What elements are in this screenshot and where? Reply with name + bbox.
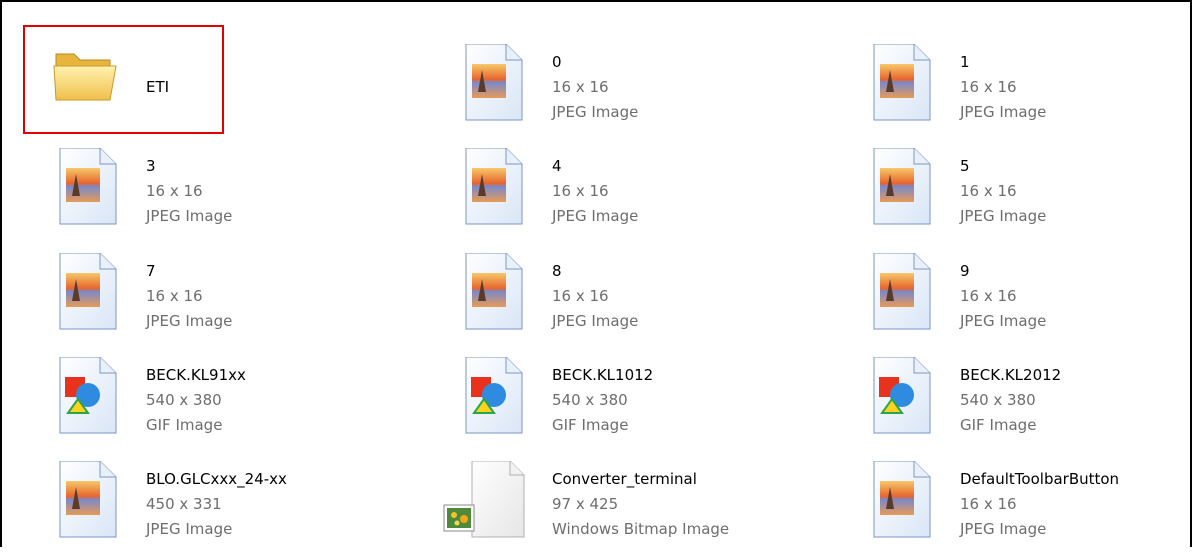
item-name: BECK.KL1012: [552, 366, 654, 384]
jpeg-file-icon: [52, 461, 120, 541]
jpeg-file-icon: [866, 253, 934, 333]
item-dimensions: 16 x 16: [960, 495, 1017, 513]
item-dimensions: 16 x 16: [146, 287, 203, 305]
item-type: JPEG Image: [552, 207, 639, 225]
item-dimensions: 16 x 16: [552, 182, 609, 200]
item-dimensions: 16 x 16: [960, 287, 1017, 305]
item-name: 4: [552, 157, 562, 175]
jpeg-file-icon: [866, 44, 934, 124]
selection-highlight: [23, 25, 224, 134]
item-type: JPEG Image: [146, 207, 233, 225]
jpeg-file-icon: [458, 253, 526, 333]
item-dimensions: 450 x 331: [146, 495, 222, 513]
file-item-defaulttoolbarbutton[interactable]: DefaultToolbarButton 16 x 16 JPEG Image: [866, 461, 1192, 553]
item-type: JPEG Image: [960, 103, 1047, 121]
bitmap-file-icon: [440, 461, 526, 541]
item-dimensions: 540 x 380: [552, 391, 628, 409]
item-type: JPEG Image: [960, 312, 1047, 330]
item-name: 0: [552, 53, 562, 71]
item-name: 3: [146, 157, 156, 175]
file-item-8[interactable]: 8 16 x 16 JPEG Image: [458, 253, 798, 345]
file-item-blo-glcxxx[interactable]: BLO.GLCxxx_24-xx 450 x 331 JPEG Image: [52, 461, 392, 553]
jpeg-file-icon: [866, 148, 934, 228]
gif-file-icon: [458, 357, 526, 437]
jpeg-file-icon: [458, 148, 526, 228]
item-type: JPEG Image: [552, 312, 639, 330]
item-name: 7: [146, 262, 156, 280]
item-name: 9: [960, 262, 970, 280]
item-dimensions: 540 x 380: [960, 391, 1036, 409]
gif-file-icon: [52, 357, 120, 437]
item-name: BLO.GLCxxx_24-xx: [146, 470, 287, 488]
item-name: BECK.KL91xx: [146, 366, 246, 384]
file-item-1[interactable]: 1 16 x 16 JPEG Image: [866, 44, 1192, 136]
item-name: BECK.KL2012: [960, 366, 1062, 384]
file-item-4[interactable]: 4 16 x 16 JPEG Image: [458, 148, 798, 240]
file-item-beck-kl2012[interactable]: BECK.KL2012 540 x 380 GIF Image: [866, 357, 1192, 449]
jpeg-file-icon: [458, 44, 526, 124]
item-type: JPEG Image: [960, 207, 1047, 225]
item-type: Windows Bitmap Image: [552, 520, 730, 538]
file-item-7[interactable]: 7 16 x 16 JPEG Image: [52, 253, 392, 345]
item-type: JPEG Image: [146, 312, 233, 330]
item-name: Converter_terminal: [552, 470, 697, 488]
item-dimensions: 16 x 16: [146, 182, 203, 200]
item-type: GIF Image: [960, 416, 1037, 434]
item-type: JPEG Image: [146, 520, 233, 538]
item-dimensions: 16 x 16: [552, 78, 609, 96]
file-item-5[interactable]: 5 16 x 16 JPEG Image: [866, 148, 1192, 240]
item-dimensions: 540 x 380: [146, 391, 222, 409]
file-item-9[interactable]: 9 16 x 16 JPEG Image: [866, 253, 1192, 345]
item-type: GIF Image: [552, 416, 629, 434]
file-item-beck-kl91xx[interactable]: BECK.KL91xx 540 x 380 GIF Image: [52, 357, 392, 449]
item-name: 8: [552, 262, 562, 280]
item-dimensions: 97 x 425: [552, 495, 619, 513]
jpeg-file-icon: [52, 148, 120, 228]
jpeg-file-icon: [52, 253, 120, 333]
item-type: JPEG Image: [960, 520, 1047, 538]
item-type: GIF Image: [146, 416, 223, 434]
item-type: JPEG Image: [552, 103, 639, 121]
item-dimensions: 16 x 16: [552, 287, 609, 305]
file-item-beck-kl1012[interactable]: BECK.KL1012 540 x 380 GIF Image: [458, 357, 798, 449]
gif-file-icon: [866, 357, 934, 437]
file-item-3[interactable]: 3 16 x 16 JPEG Image: [52, 148, 392, 240]
file-item-0[interactable]: 0 16 x 16 JPEG Image: [458, 44, 798, 136]
item-name: 5: [960, 157, 970, 175]
item-name: DefaultToolbarButton: [960, 470, 1120, 488]
jpeg-file-icon: [866, 461, 934, 541]
item-name: 1: [960, 53, 970, 71]
file-item-converter-terminal[interactable]: Converter_terminal 97 x 425 Windows Bitm…: [440, 461, 780, 553]
item-dimensions: 16 x 16: [960, 182, 1017, 200]
item-dimensions: 16 x 16: [960, 78, 1017, 96]
